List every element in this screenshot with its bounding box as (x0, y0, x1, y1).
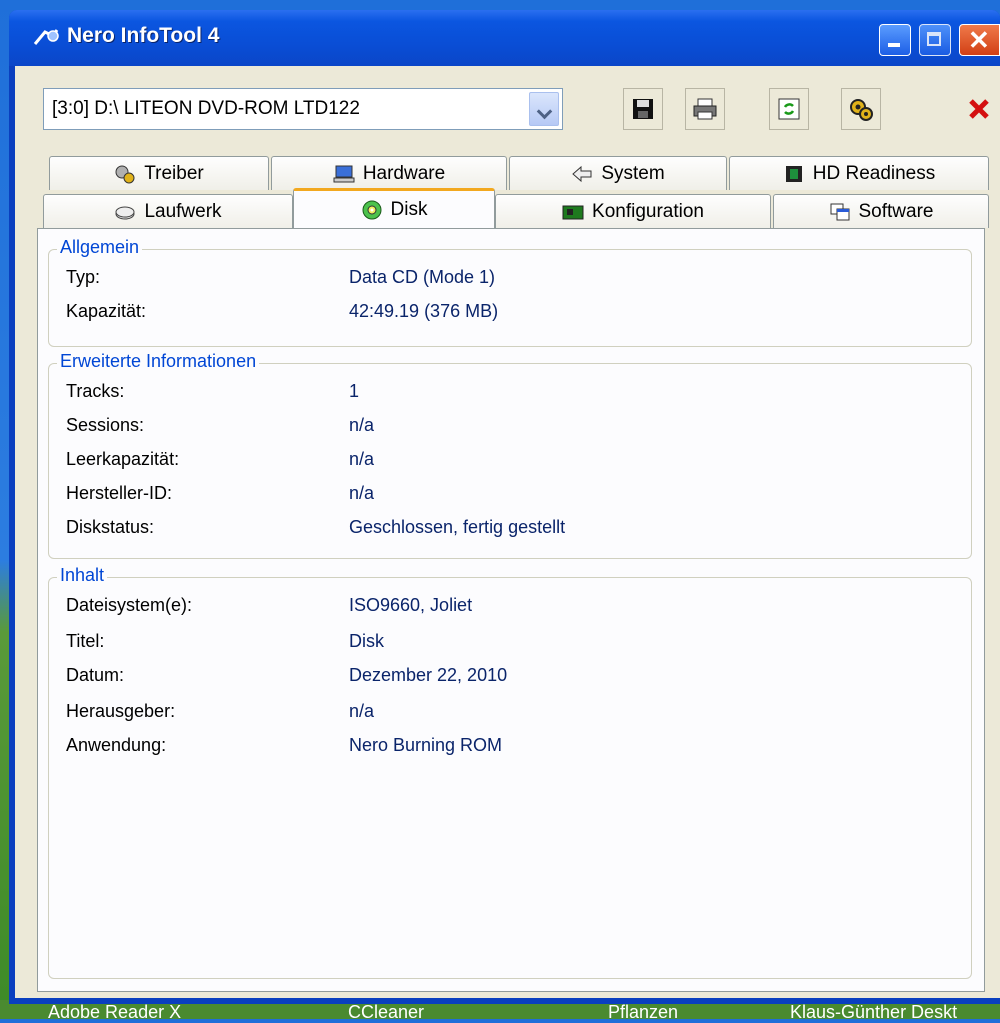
group-title: Inhalt (57, 565, 108, 586)
info-label: Dateisystem(e): (66, 595, 193, 615)
drive-select-value: [3:0] D:\ LITEON DVD-ROM LTD122 (52, 98, 360, 119)
window-title: Nero InfoTool 4 (67, 24, 220, 47)
info-value: n/a (349, 415, 375, 435)
tab-label: Konfiguration (592, 200, 704, 222)
save-button[interactable] (623, 88, 663, 130)
group-title: Allgemein (57, 237, 143, 258)
info-label: Hersteller-ID: (66, 483, 173, 503)
tab-label: Laufwerk (144, 200, 222, 222)
arrow-left-icon (572, 165, 592, 182)
info-value: ISO9660, Joliet (349, 595, 473, 615)
tab-label: Hardware (362, 162, 446, 184)
drive-icon (115, 206, 135, 219)
refresh-icon (778, 98, 800, 120)
tab-hd-readiness[interactable]: HD Readiness (729, 156, 989, 190)
save-icon (633, 99, 653, 119)
windows-icon (830, 203, 849, 220)
tab-treiber[interactable]: Treiber (49, 156, 269, 190)
chevron-down-icon[interactable] (529, 92, 559, 126)
tab-label: System (601, 162, 665, 184)
info-value: Dezember 22, 2010 (349, 665, 508, 685)
info-label: Diskstatus: (66, 517, 155, 537)
group-inhalt: Inhalt (48, 565, 972, 979)
tab-system[interactable]: System (509, 156, 727, 190)
gears-icon (115, 165, 135, 183)
computer-icon (333, 165, 355, 182)
desktop-label[interactable]: Adobe Reader X (48, 1002, 181, 1023)
desktop-label[interactable]: Pflanzen (608, 1002, 678, 1023)
tab-label: Software (858, 200, 934, 222)
info-label: Datum: (66, 665, 125, 685)
minimize-button[interactable] (879, 24, 911, 56)
refresh-button[interactable] (769, 88, 809, 130)
window-client-area: [3:0] D:\ LITEON DVD-ROM LTD122 Treiber … (15, 66, 1000, 998)
tab-label: HD Readiness (812, 162, 936, 184)
info-label: Sessions: (66, 415, 145, 435)
info-value: n/a (349, 449, 375, 469)
info-value: Data CD (Mode 1) (349, 267, 496, 287)
info-label: Typ: (66, 267, 101, 287)
exit-button[interactable] (959, 88, 999, 130)
drive-select[interactable]: [3:0] D:\ LITEON DVD-ROM LTD122 (43, 88, 563, 130)
print-button[interactable] (685, 88, 725, 130)
group-allgemein: Allgemein (48, 237, 972, 347)
info-label: Herausgeber: (66, 701, 176, 721)
info-label: Leerkapazität: (66, 449, 180, 469)
desktop-label[interactable]: Klaus-Günther Deskt (790, 1002, 957, 1023)
tab-row-front: Laufwerk Disk Konfiguration Software (43, 188, 989, 228)
printer-icon (693, 98, 717, 120)
info-label: Kapazität: (66, 301, 147, 321)
circuit-board-icon (562, 205, 584, 219)
info-value: 42:49.19 (376 MB) (349, 301, 499, 321)
desktop-label[interactable]: CCleaner (348, 1002, 424, 1023)
tab-konfiguration[interactable]: Konfiguration (495, 194, 771, 228)
info-label: Titel: (66, 631, 105, 651)
infotool-window: Nero InfoTool 4 [3:0] D:\ LITEON DVD-ROM… (9, 10, 1000, 1004)
nero-app-icon (33, 29, 59, 45)
info-value: Disk (349, 631, 384, 651)
film-icon (785, 165, 802, 182)
disc-icon (362, 200, 382, 219)
tab-label: Disk (390, 198, 428, 220)
info-label: Anwendung: (66, 735, 167, 755)
tab-disk[interactable]: Disk (293, 188, 495, 228)
tab-laufwerk[interactable]: Laufwerk (43, 194, 293, 228)
info-label: Tracks: (66, 381, 125, 401)
tab-label: Treiber (144, 162, 204, 184)
tab-hardware[interactable]: Hardware (271, 156, 507, 190)
disk-tab-panel: Allgemein Typ: Data CD (Mode 1) Kapazitä… (37, 228, 985, 992)
group-title: Erweiterte Informationen (57, 351, 260, 372)
tab-row-back: Treiber Hardware System HD Readiness (49, 156, 989, 190)
info-value: n/a (349, 701, 375, 721)
info-value: Geschlossen, fertig gestellt (349, 517, 566, 537)
tab-software[interactable]: Software (773, 194, 989, 228)
maximize-button[interactable] (919, 24, 951, 56)
info-value: 1 (349, 381, 360, 401)
info-value: Nero Burning ROM (349, 735, 503, 755)
info-value: n/a (349, 483, 375, 503)
gears-icon (850, 99, 873, 121)
close-button[interactable] (959, 24, 1000, 56)
close-x-icon (969, 99, 989, 119)
title-bar[interactable]: Nero InfoTool 4 (9, 10, 1000, 66)
options-button[interactable] (841, 88, 881, 130)
